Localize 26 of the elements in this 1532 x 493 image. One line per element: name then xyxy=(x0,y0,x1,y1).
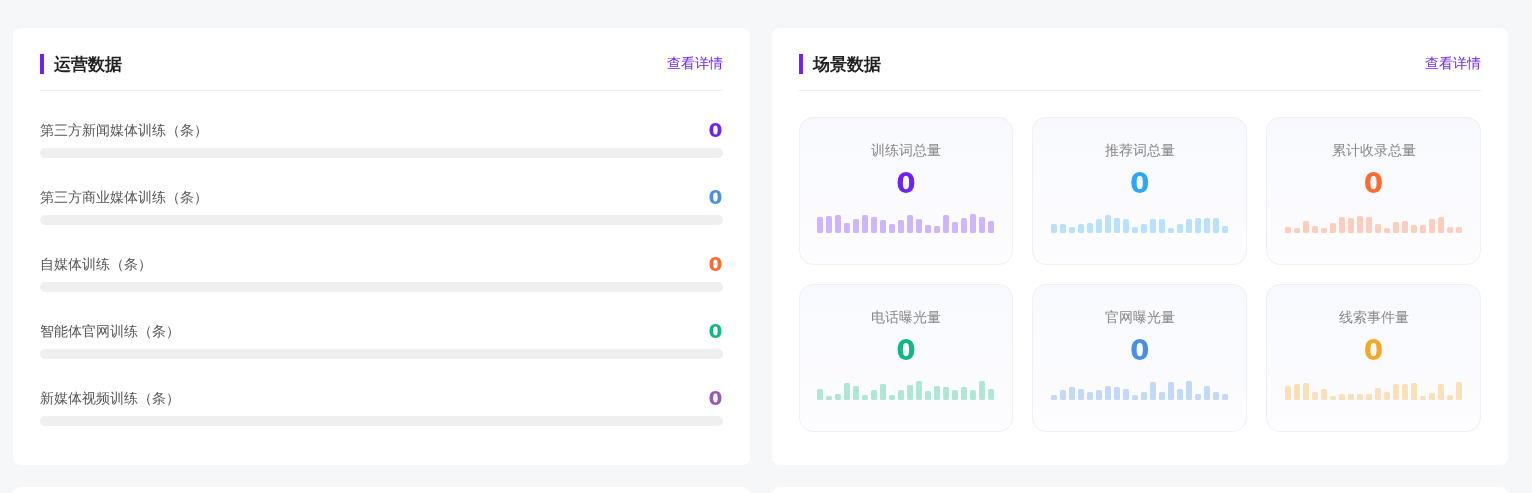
metric-value: 0 xyxy=(708,118,723,142)
metric-value: 0 xyxy=(708,386,723,410)
metric-label: 智能体官网训练（条） xyxy=(40,321,180,341)
metric-label: 新媒体视频训练（条） xyxy=(40,388,180,408)
stat-label: 官网曝光量 xyxy=(1104,308,1175,327)
stat-label: 电话曝光量 xyxy=(870,308,941,327)
stat-label: 训练词总量 xyxy=(870,141,941,160)
metric-value: 0 xyxy=(708,319,723,343)
stat-label: 累计收录总量 xyxy=(1331,141,1416,160)
metric-value: 0 xyxy=(708,185,723,209)
stat-value: 0 xyxy=(896,334,916,368)
metric-value: 0 xyxy=(708,252,723,276)
stat-value: 0 xyxy=(1130,334,1150,368)
stat-value: 0 xyxy=(1130,167,1150,201)
stat-label: 推荐词总量 xyxy=(1104,141,1175,160)
details-link[interactable]: 查看详情 xyxy=(1425,53,1481,74)
metric-label: 自媒体训练（条） xyxy=(40,254,152,274)
stat-label: 线索事件量 xyxy=(1338,308,1409,327)
metric-label: 第三方新闻媒体训练（条） xyxy=(40,120,208,140)
panel-title: 场景数据 xyxy=(798,53,881,74)
details-link[interactable]: 查看详情 xyxy=(666,53,723,74)
stat-value: 0 xyxy=(896,167,916,201)
stat-value: 0 xyxy=(1363,334,1384,368)
stat-value: 0 xyxy=(1363,167,1384,201)
metric-label: 第三方商业媒体训练（条） xyxy=(40,187,208,207)
panel-title: 运营数据 xyxy=(40,53,122,74)
